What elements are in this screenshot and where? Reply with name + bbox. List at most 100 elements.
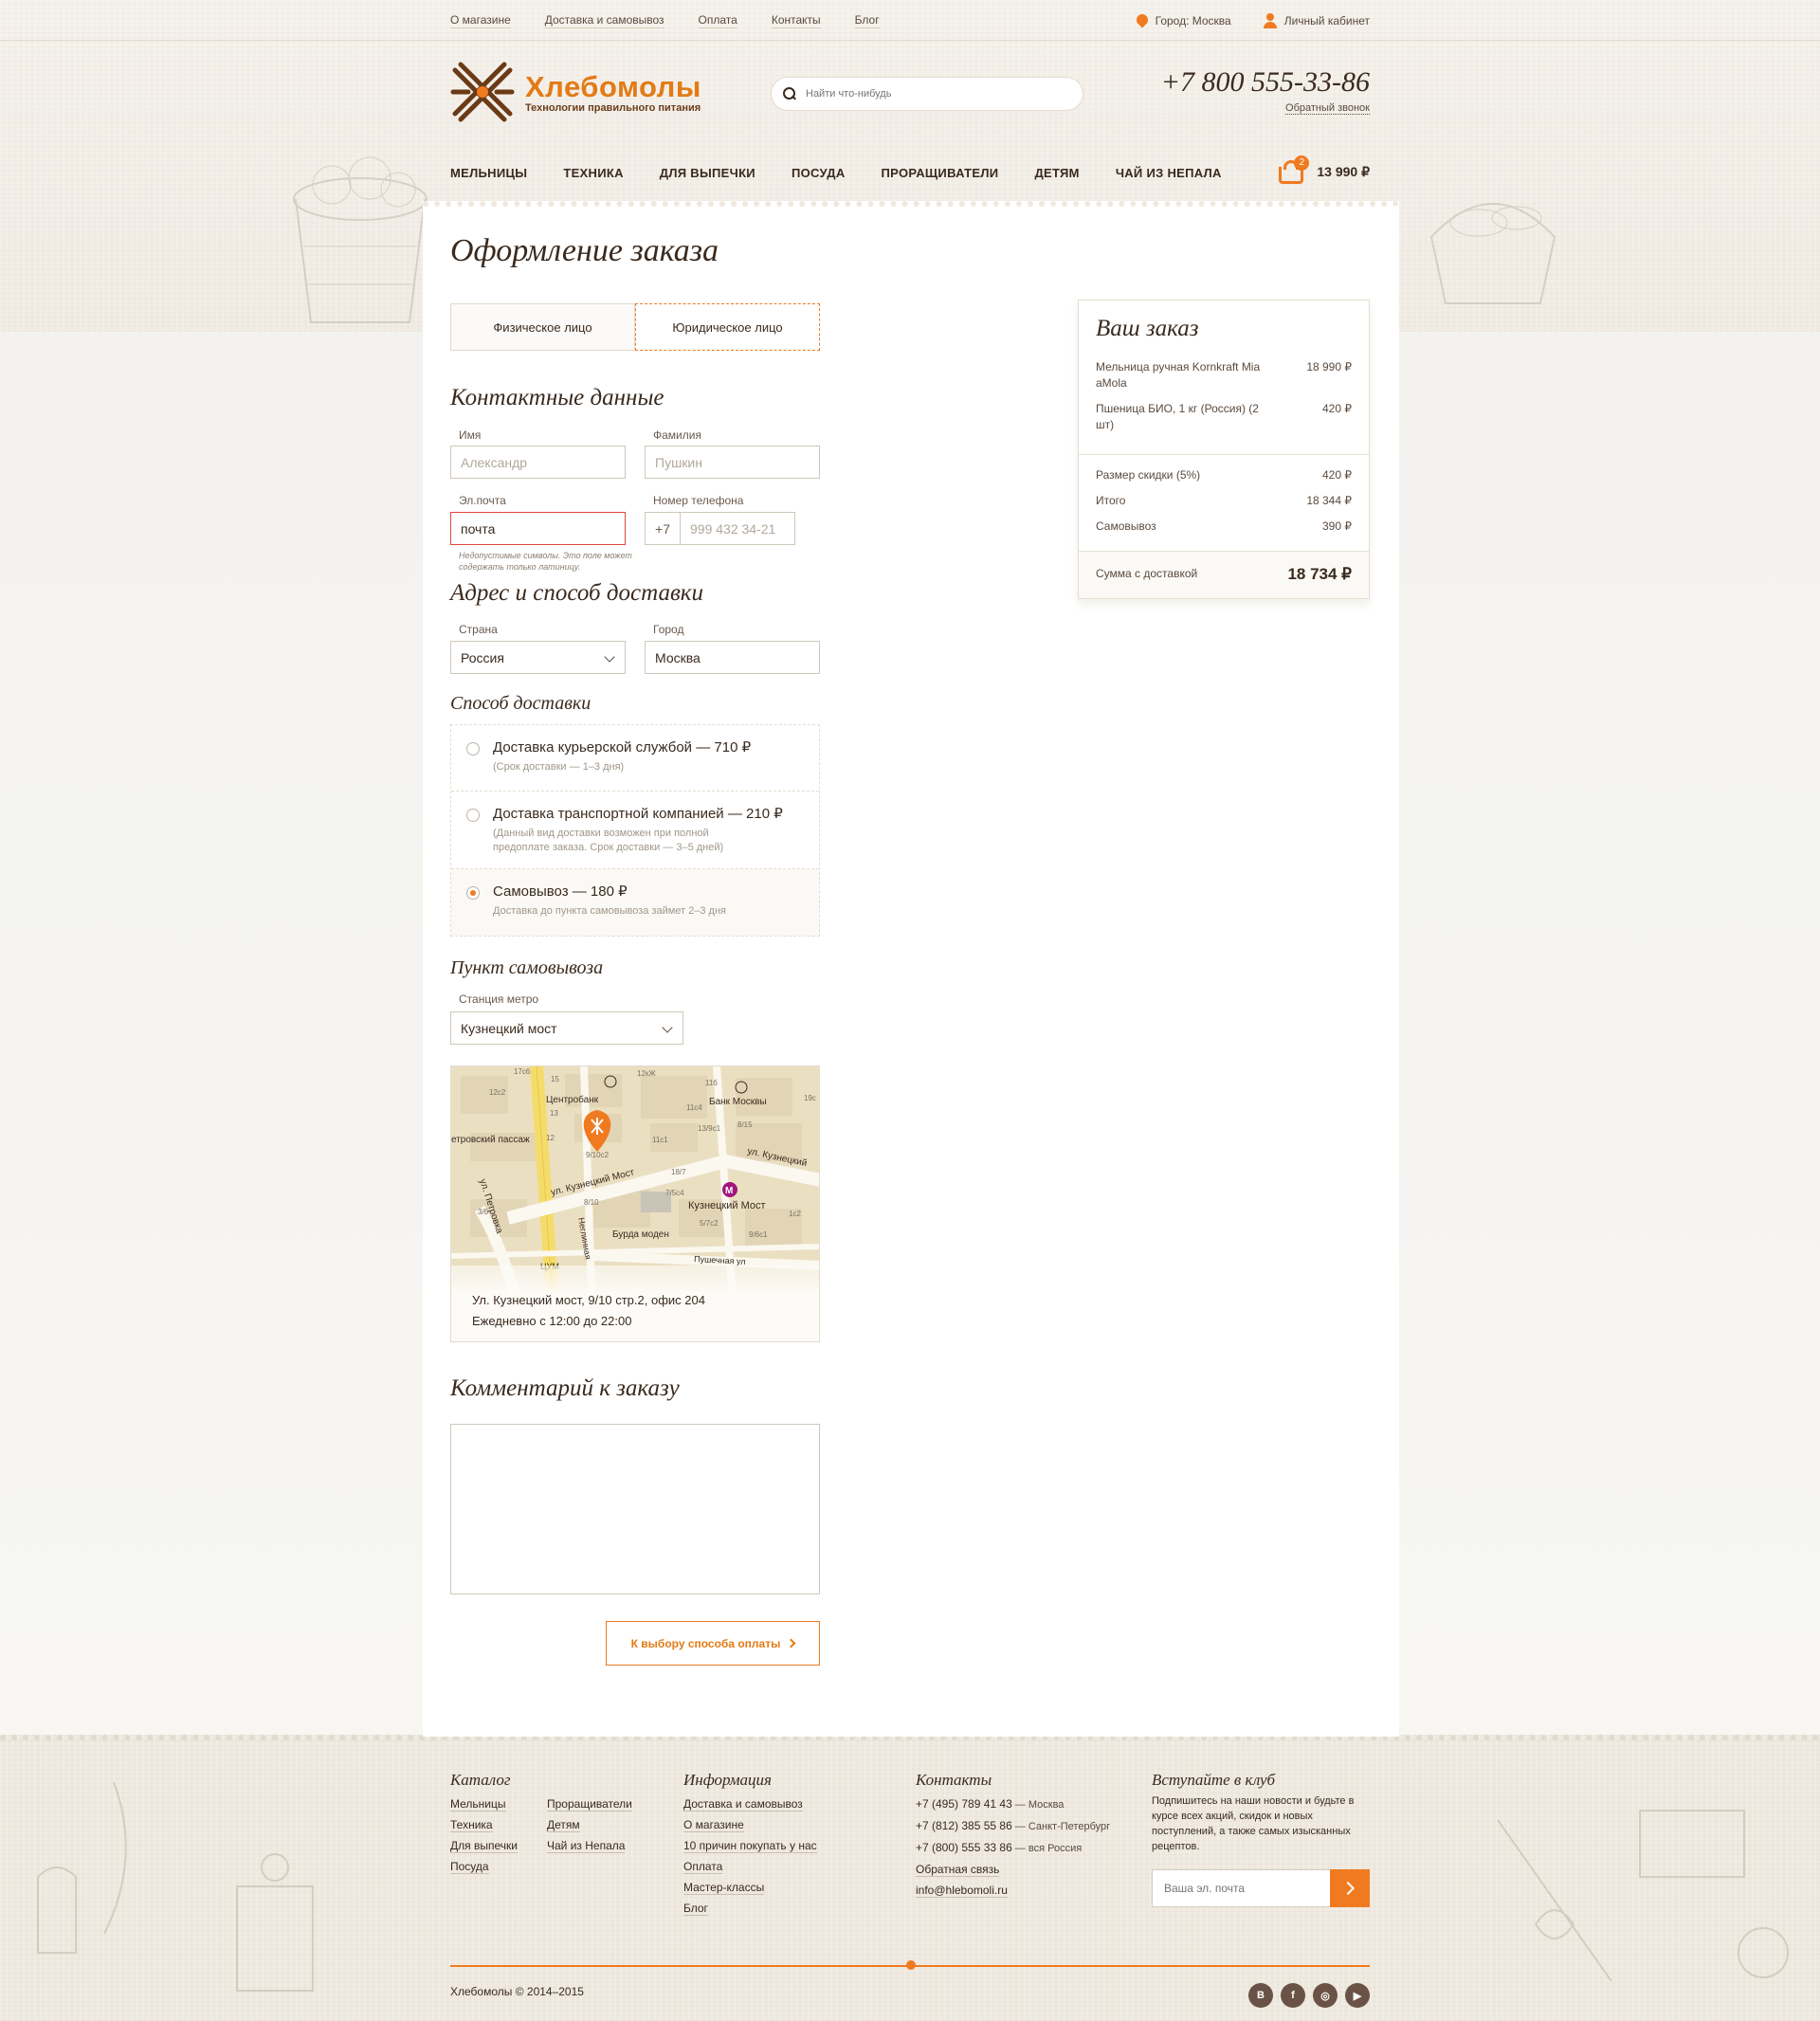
footer-link[interactable]: Мельницы xyxy=(450,1793,524,1814)
youtube-icon[interactable]: ▶ xyxy=(1345,1983,1370,2008)
footer-link[interactable]: О магазине xyxy=(683,1814,817,1835)
order-summary-title: Ваш заказ xyxy=(1096,316,1199,341)
city-selector[interactable]: Город: Москва xyxy=(1137,13,1231,28)
order-total-value: 18 344 ₽ xyxy=(1306,494,1352,507)
pickup-address-block: Ул. Кузнецкий мост, 9/10 стр.2, офис 204… xyxy=(451,1265,819,1341)
country-value: Россия xyxy=(461,649,504,665)
surname-input[interactable]: Пушкин xyxy=(645,446,820,479)
delivery-option-courier[interactable]: Доставка курьерской службой — 710 ₽ (Сро… xyxy=(451,725,819,792)
location-pin-icon xyxy=(1137,14,1148,27)
radio-transport[interactable] xyxy=(466,809,480,822)
next-to-payment-button[interactable]: К выбору способа оплаты xyxy=(606,1621,820,1666)
cart-basket-icon: 2 xyxy=(1279,155,1310,186)
email-input[interactable]: почта xyxy=(450,512,626,545)
search-icon[interactable] xyxy=(783,87,796,100)
map-house-number: 13/9с1 xyxy=(698,1124,721,1133)
footer-link[interactable]: 10 причин покупать у нас xyxy=(683,1835,817,1856)
order-item-price: 420 ₽ xyxy=(1322,402,1352,415)
footer-link[interactable]: Проращиватели xyxy=(547,1793,632,1814)
footer-link[interactable]: Техника xyxy=(450,1814,524,1835)
topnav-delivery-link[interactable]: Доставка и самовывоз xyxy=(544,13,664,28)
basket-illustration xyxy=(293,156,428,323)
vk-icon[interactable]: B xyxy=(1248,1983,1273,2008)
chevron-down-icon xyxy=(604,651,615,663)
footer-link[interactable]: Доставка и самовывоз xyxy=(683,1793,817,1814)
delivery-option-note: (Данный вид доставки возможен при полной… xyxy=(493,828,724,853)
topnav-blog-link[interactable]: Блог xyxy=(854,13,880,28)
footer-feedback-link[interactable]: Обратная связь xyxy=(916,1859,1110,1880)
delivery-option-transport[interactable]: Доставка транспортной компанией — 210 ₽ … xyxy=(451,792,819,869)
account-label: Личный кабинет xyxy=(1283,14,1370,27)
svg-text:M: M xyxy=(725,1186,733,1196)
footer-link[interactable]: Мастер-классы xyxy=(683,1877,817,1898)
subscribe-button[interactable] xyxy=(1330,1869,1370,1907)
cart[interactable]: 2 13 990 ₽ xyxy=(1279,155,1370,186)
email-label: Эл.почта xyxy=(459,494,506,507)
order-item: Пшеница БИО, 1 кг (Россия) (2 шт) 420 ₽ xyxy=(1096,401,1352,433)
delivery-option-title: Доставка транспортной компанией — 210 ₽ xyxy=(493,806,783,822)
metro-value: Кузнецкий мост xyxy=(461,1020,557,1036)
nav-item-kids[interactable]: Детям xyxy=(1034,166,1079,180)
account-link[interactable]: Личный кабинет xyxy=(1263,13,1370,28)
phone-input[interactable]: 999 432 34-21 xyxy=(680,512,795,545)
order-discount-row: Размер скидки (5%) 420 ₽ xyxy=(1096,467,1352,483)
footer-link[interactable]: Блог xyxy=(683,1898,817,1919)
footer-phone[interactable]: +7 (495) 789 41 43 — Москва xyxy=(916,1793,1110,1815)
comment-textarea[interactable] xyxy=(450,1424,820,1594)
subscribe-form xyxy=(1152,1869,1370,1907)
footer-email-link[interactable]: info@hlebomoli.ru xyxy=(916,1880,1110,1901)
cart-sum: 13 990 ₽ xyxy=(1317,163,1370,179)
delivery-option-title: Доставка курьерской службой — 710 ₽ xyxy=(493,739,752,756)
top-right-links: Город: Москва Личный кабинет xyxy=(1137,13,1370,28)
radio-courier[interactable] xyxy=(466,742,480,756)
kitchen-illustration-left xyxy=(37,1781,314,1992)
search-input[interactable] xyxy=(806,88,1071,100)
topnav-contacts-link[interactable]: Контакты xyxy=(771,13,821,28)
facebook-icon[interactable]: f xyxy=(1281,1983,1305,2008)
map-house-number: 5/7с2 xyxy=(700,1219,719,1228)
country-select[interactable]: Россия xyxy=(450,641,626,674)
tab-legal-entity[interactable]: Юридическое лицо xyxy=(635,303,820,351)
footer-link[interactable]: Чай из Непала xyxy=(547,1835,632,1856)
order-discount-value: 420 ₽ xyxy=(1322,468,1352,482)
phone-number[interactable]: +7 800 555-33-86 xyxy=(1161,66,1370,99)
subscribe-email-input[interactable] xyxy=(1152,1869,1330,1907)
chevron-right-icon xyxy=(786,1638,796,1648)
footer-contacts-title: Контакты xyxy=(916,1771,992,1789)
map-house-number: 11с1 xyxy=(652,1136,668,1144)
footer-catalog-title: Каталог xyxy=(450,1771,511,1789)
delivery-option-pickup[interactable]: Самовывоз — 180 ₽ Доставка до пункта сам… xyxy=(451,869,819,936)
nav-item-technics[interactable]: Техника xyxy=(563,166,623,180)
nav-item-mills[interactable]: Мельницы xyxy=(450,166,527,180)
footer-link[interactable]: Для выпечки xyxy=(450,1835,524,1856)
city-input[interactable]: Москва xyxy=(645,641,820,674)
topnav-about-link[interactable]: О магазине xyxy=(450,13,511,28)
header-divider xyxy=(0,40,1820,41)
tab-individual[interactable]: Физическое лицо xyxy=(450,303,635,351)
footer-phone[interactable]: +7 (800) 555 33 86 — вся Россия xyxy=(916,1837,1110,1859)
surname-label: Фамилия xyxy=(653,428,701,442)
callback-link[interactable]: Обратный звонок xyxy=(1285,102,1370,115)
pickup-point-title: Пункт самовывоза xyxy=(450,957,604,978)
metro-select[interactable]: Кузнецкий мост xyxy=(450,1011,683,1045)
nav-item-baking[interactable]: Для выпечки xyxy=(660,166,755,180)
nav-item-sprouters[interactable]: Проращиватели xyxy=(882,166,999,180)
footer-link[interactable]: Оплата xyxy=(683,1856,817,1877)
footer-link[interactable]: Детям xyxy=(547,1814,632,1835)
kitchen-illustration-right xyxy=(1497,1810,1789,1982)
pickup-map[interactable]: 17с6 15 12с2 13 12 12кЖ 11б 11с4 19с 9/1… xyxy=(450,1065,820,1342)
footer-club: Вступайте в клуб Подпишитесь на наши нов… xyxy=(1152,1771,1370,1854)
topnav-payment-link[interactable]: Оплата xyxy=(698,13,737,28)
delivery-option-note: (Срок доставки — 1–3 дня) xyxy=(493,761,625,773)
name-input[interactable]: Александр xyxy=(450,446,626,479)
instagram-icon[interactable]: ◎ xyxy=(1313,1983,1338,2008)
nav-item-tea[interactable]: Чай из Непала xyxy=(1116,166,1222,180)
radio-pickup[interactable] xyxy=(466,886,480,900)
footer-link[interactable]: Посуда xyxy=(450,1856,524,1877)
map-house-number: 11б xyxy=(705,1079,718,1087)
logo[interactable]: Хлебомолы Технологии правильного питания xyxy=(449,59,701,125)
metro-label: Станция метро xyxy=(459,992,539,1006)
map-house-number: 7/5с4 xyxy=(665,1189,684,1197)
footer-phone[interactable]: +7 (812) 385 55 86 — Санкт-Петербург xyxy=(916,1815,1110,1837)
nav-item-dishes[interactable]: Посуда xyxy=(792,166,846,180)
